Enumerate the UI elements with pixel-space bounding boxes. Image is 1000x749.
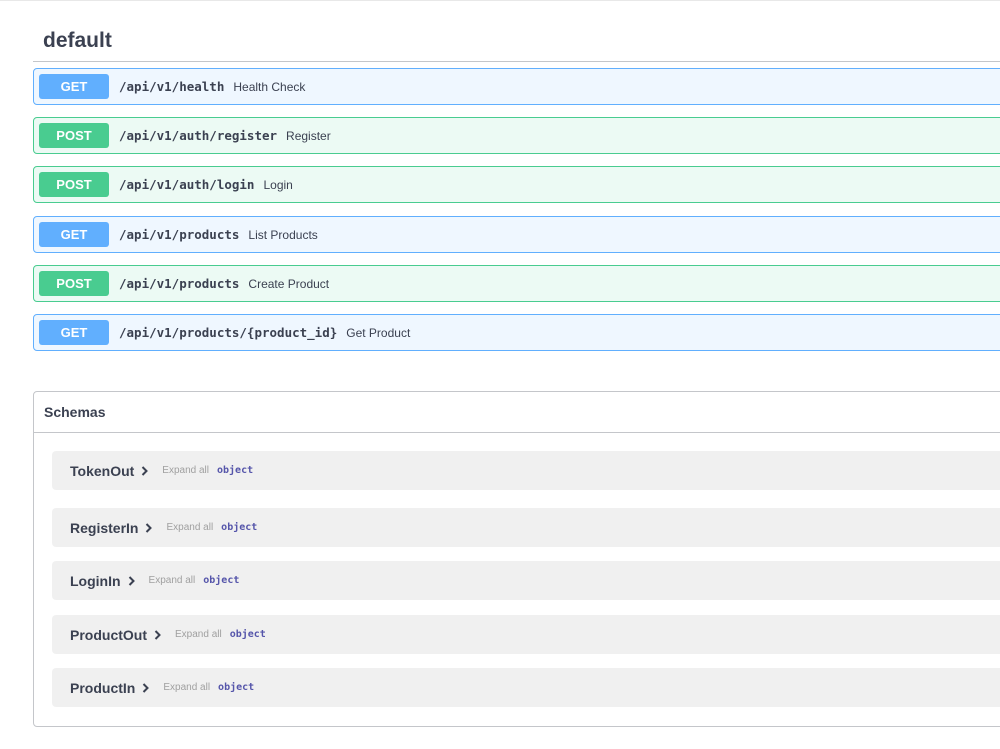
operation-summary: Register [286, 128, 331, 143]
schema-name: RegisterIn [70, 519, 139, 536]
operation-summary: Get Product [346, 325, 411, 340]
operation-path: /api/v1/auth/login [119, 177, 255, 192]
schema-model-loginin[interactable]: LoginIn Expand all object [52, 561, 1000, 600]
operation-summary: Health Check [233, 79, 306, 94]
schema-model-tokenout[interactable]: TokenOut Expand all object [52, 451, 1000, 490]
schema-model-productout[interactable]: ProductOut Expand all object [52, 615, 1000, 654]
schema-name: LoginIn [70, 572, 121, 589]
operation-path: /api/v1/products [119, 227, 240, 242]
chevron-right-icon[interactable] [153, 629, 163, 640]
expand-all-link[interactable]: Expand all [163, 682, 210, 693]
operation-get-product-by-id[interactable]: GET /api/v1/products/{product_id} Get Pr… [33, 314, 1000, 351]
chevron-right-icon[interactable] [144, 522, 154, 533]
expand-all-link[interactable]: Expand all [175, 629, 222, 640]
chevron-right-icon[interactable] [141, 682, 151, 693]
schema-model-productin[interactable]: ProductIn Expand all object [52, 668, 1000, 707]
operation-summary: Login [263, 177, 293, 192]
operation-path: /api/v1/health [119, 79, 225, 94]
operation-get-products[interactable]: GET /api/v1/products List Products [33, 216, 1000, 253]
schema-name: ProductIn [70, 679, 136, 696]
schema-type: object [229, 629, 266, 640]
operation-path: /api/v1/products/{product_id} [119, 325, 338, 340]
method-badge: POST [39, 123, 109, 148]
operation-get-health[interactable]: GET /api/v1/health Health Check [33, 68, 1000, 105]
tag-title: default [43, 29, 112, 52]
method-badge: GET [39, 74, 109, 99]
operation-post-login[interactable]: POST /api/v1/auth/login Login [33, 166, 1000, 203]
schema-type: object [217, 465, 254, 476]
method-badge: GET [39, 320, 109, 345]
expand-all-link[interactable]: Expand all [166, 522, 213, 533]
operation-summary: Create Product [248, 276, 330, 291]
chevron-right-icon[interactable] [127, 575, 137, 586]
schema-type: object [218, 682, 255, 693]
tag-section-default: default [33, 0, 1000, 62]
method-badge: GET [39, 222, 109, 247]
schemas-section: Schemas TokenOut Expand all object Regis… [33, 391, 1000, 727]
schemas-header[interactable]: Schemas [34, 392, 1000, 433]
schemas-title: Schemas [44, 404, 106, 420]
operation-path: /api/v1/auth/register [119, 128, 278, 143]
schema-model-registerin[interactable]: RegisterIn Expand all object [52, 508, 1000, 547]
chevron-right-icon[interactable] [140, 465, 150, 476]
expand-all-link[interactable]: Expand all [162, 465, 209, 476]
schema-type: object [203, 575, 240, 586]
operation-summary: List Products [248, 227, 318, 242]
method-badge: POST [39, 271, 109, 296]
operation-post-products[interactable]: POST /api/v1/products Create Product [33, 265, 1000, 302]
operation-post-register[interactable]: POST /api/v1/auth/register Register [33, 117, 1000, 154]
expand-all-link[interactable]: Expand all [149, 575, 196, 586]
schema-name: TokenOut [70, 462, 135, 479]
operation-path: /api/v1/products [119, 276, 240, 291]
method-badge: POST [39, 172, 109, 197]
schema-type: object [221, 522, 258, 533]
tag-header[interactable]: default [33, 0, 1000, 62]
schema-name: ProductOut [70, 626, 147, 643]
